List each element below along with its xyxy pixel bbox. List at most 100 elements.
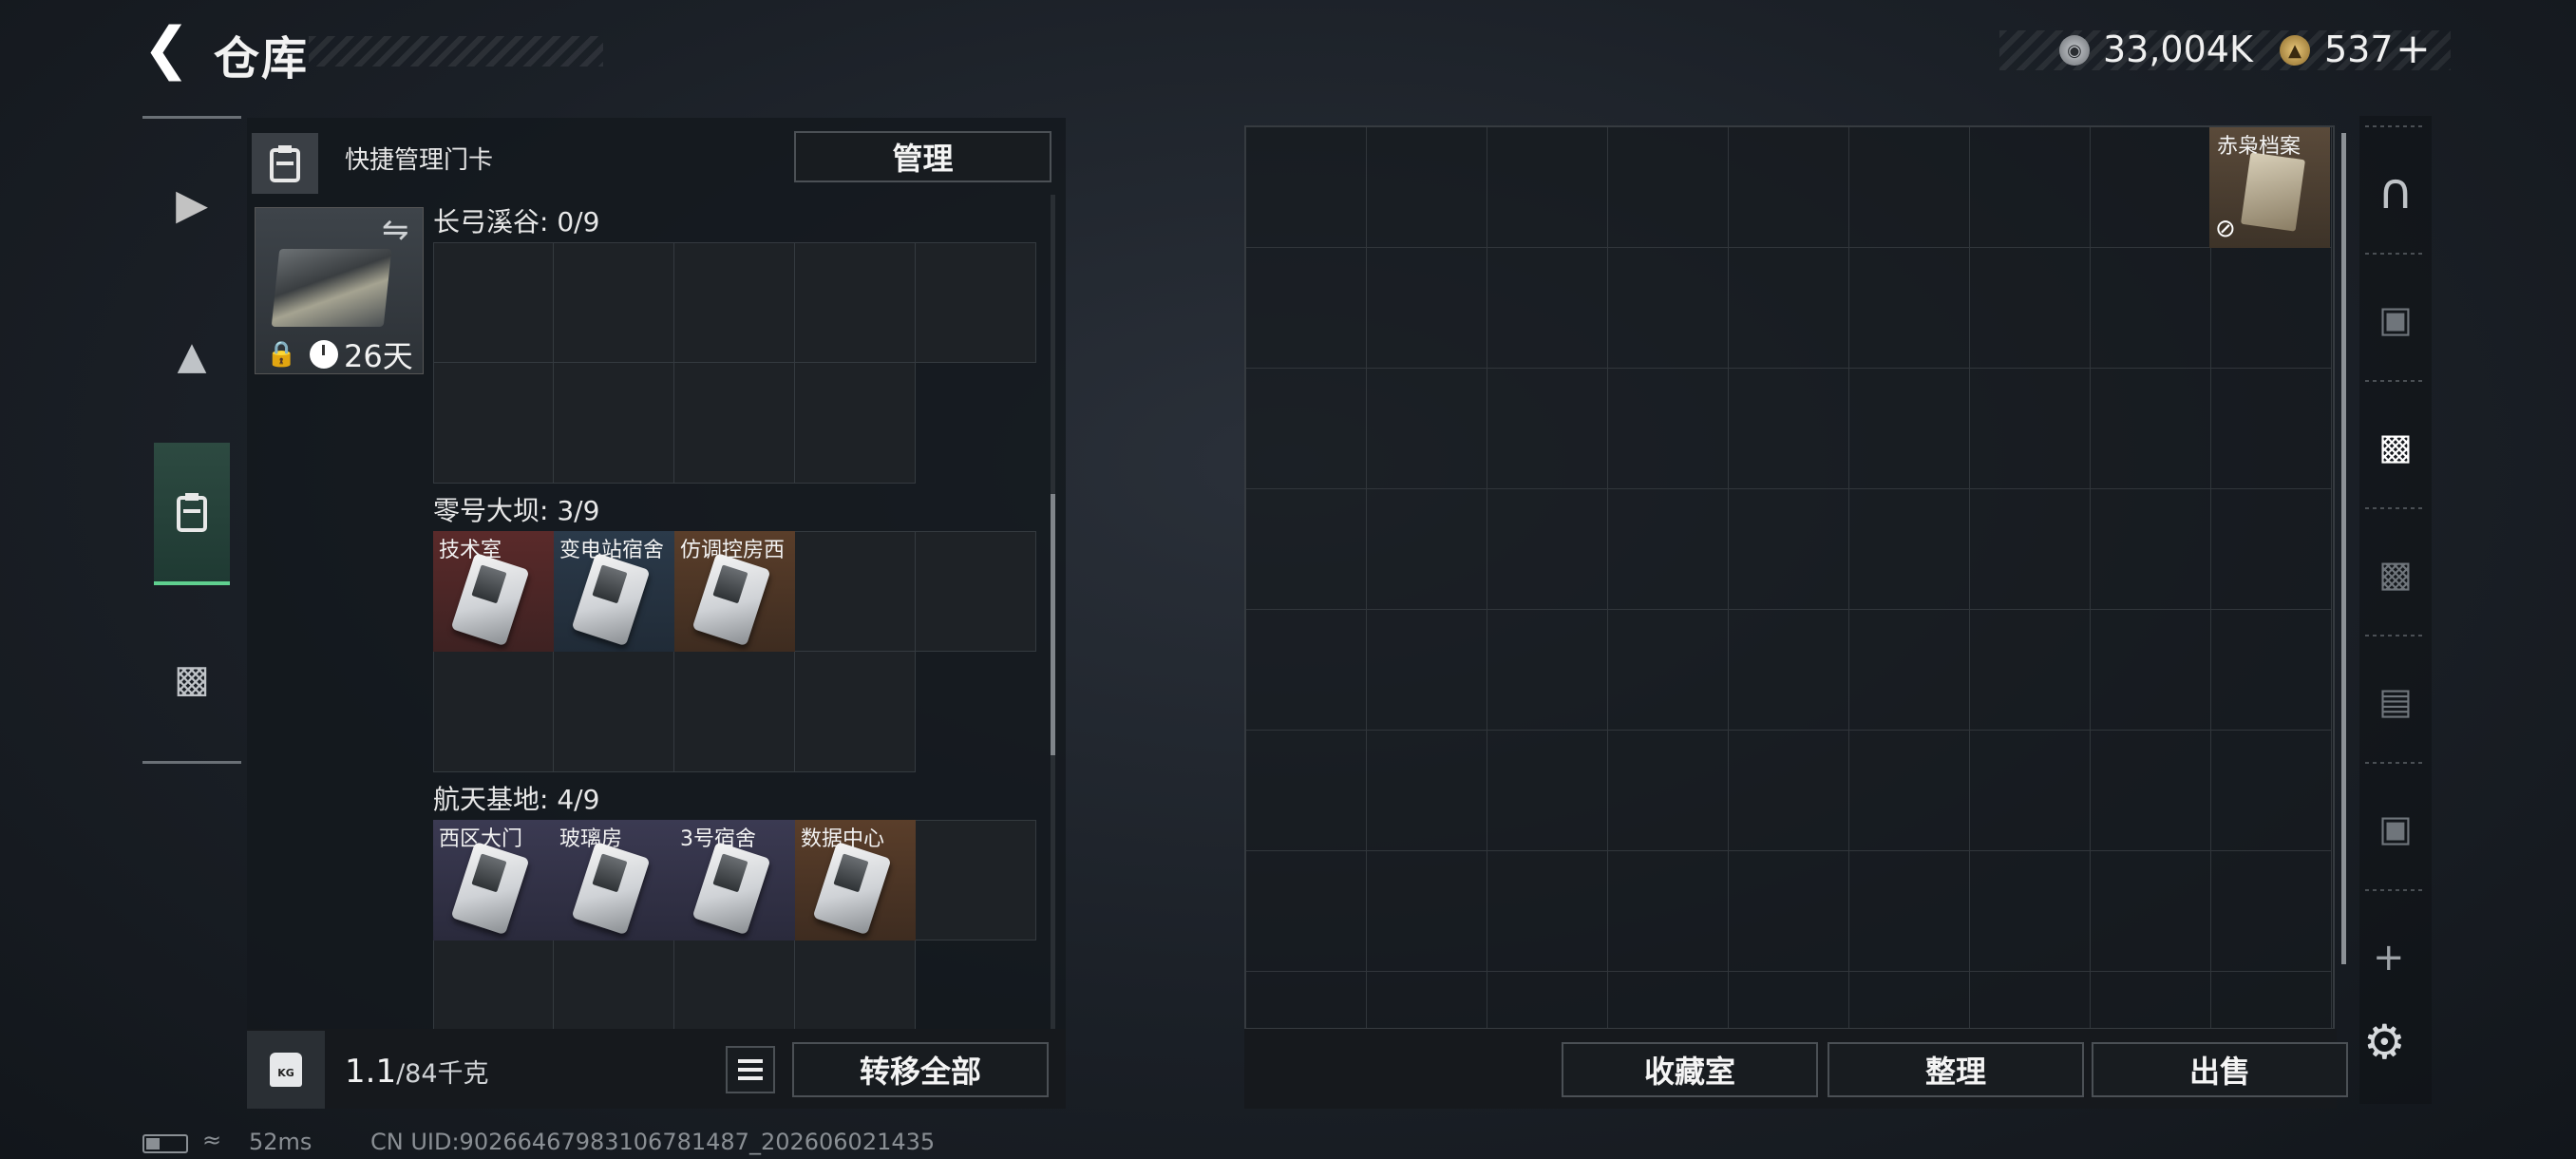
sell-button[interactable]: 出售: [2092, 1042, 2348, 1097]
nav-keycard-holder[interactable]: [154, 443, 230, 585]
storage-slot[interactable]: [1729, 127, 1849, 248]
grid-slot[interactable]: [916, 242, 1036, 363]
grid-slot[interactable]: [916, 820, 1036, 940]
storage-slot[interactable]: [1970, 731, 2091, 851]
storage-slot[interactable]: [1608, 851, 1729, 972]
grid-slot[interactable]: [554, 363, 674, 484]
storage-slot[interactable]: [1608, 731, 1729, 851]
storage-slot[interactable]: [1970, 851, 2091, 972]
storage-slot[interactable]: [2211, 851, 2332, 972]
grid-slot[interactable]: [795, 363, 916, 484]
storage-slot[interactable]: [1849, 851, 1970, 972]
tab-storage-4[interactable]: ▩: [2361, 390, 2430, 504]
grid-slot[interactable]: [795, 940, 916, 1029]
storage-slot[interactable]: [1849, 972, 1970, 1028]
storage-slot[interactable]: [1849, 127, 1970, 248]
storage-slot[interactable]: [1729, 489, 1849, 610]
storage-slot[interactable]: [2091, 731, 2211, 851]
sort-button[interactable]: 整理: [1828, 1042, 2084, 1097]
storage-slot[interactable]: [1367, 248, 1487, 369]
manage-button[interactable]: 管理: [794, 131, 1051, 182]
archive-item[interactable]: 赤枭档案 ⊘: [2209, 127, 2330, 248]
storage-slot[interactable]: [1849, 731, 1970, 851]
storage-slot[interactable]: [1246, 972, 1367, 1028]
storage-slot[interactable]: [1970, 248, 2091, 369]
tab-storage-3c[interactable]: ▣: [2361, 771, 2430, 885]
storage-slot[interactable]: [1608, 489, 1729, 610]
storage-slot[interactable]: [1849, 489, 1970, 610]
storage-slot[interactable]: [1246, 851, 1367, 972]
gear-icon[interactable]: ⚙: [2363, 1015, 2406, 1070]
storage-slot[interactable]: [1487, 248, 1608, 369]
storage-slot[interactable]: [1608, 369, 1729, 489]
grid-slot[interactable]: [674, 940, 795, 1029]
storage-slot[interactable]: [1729, 731, 1849, 851]
swap-icon[interactable]: ⇋: [382, 211, 409, 249]
grid-slot[interactable]: [433, 242, 554, 363]
storage-slot[interactable]: [1487, 972, 1608, 1028]
grid-slot[interactable]: [795, 242, 916, 363]
tab-storage-4b[interactable]: ▤: [2361, 644, 2430, 758]
storage-slot[interactable]: [2211, 369, 2332, 489]
storage-slot[interactable]: [1487, 851, 1608, 972]
storage-slot[interactable]: [2091, 972, 2211, 1028]
storage-slot[interactable]: [1608, 972, 1729, 1028]
storage-slot[interactable]: [1487, 731, 1608, 851]
storage-slot[interactable]: [1367, 610, 1487, 731]
storage-slot[interactable]: [2211, 610, 2332, 731]
storage-slot[interactable]: [2091, 489, 2211, 610]
grid-slot[interactable]: [433, 652, 554, 772]
storage-slot[interactable]: [1849, 369, 1970, 489]
storage-slot[interactable]: [1246, 369, 1367, 489]
storage-slot[interactable]: [2211, 248, 2332, 369]
storage-slot[interactable]: [1729, 610, 1849, 731]
storage-slot[interactable]: [2211, 731, 2332, 851]
storage-slot[interactable]: [1729, 972, 1849, 1028]
grid-slot[interactable]: [674, 652, 795, 772]
grid-slot[interactable]: [916, 531, 1036, 652]
storage-slot[interactable]: [2091, 127, 2211, 248]
storage-slot[interactable]: [1367, 369, 1487, 489]
storage-slot[interactable]: [2091, 610, 2211, 731]
nav-backpack[interactable]: ▲: [154, 285, 230, 428]
tab-all-storage[interactable]: ∩: [2361, 135, 2430, 249]
list-view-button[interactable]: [726, 1046, 775, 1093]
storage-slot[interactable]: [1367, 489, 1487, 610]
storage-slot[interactable]: [1608, 248, 1729, 369]
nav-weapon[interactable]: ▶: [154, 133, 230, 276]
storage-slot[interactable]: [1246, 610, 1367, 731]
grid-slot[interactable]: [554, 652, 674, 772]
storage-slot[interactable]: [1487, 610, 1608, 731]
storage-slot[interactable]: [2091, 369, 2211, 489]
add-storage-button[interactable]: +: [2373, 936, 2405, 979]
grid-slot[interactable]: [433, 363, 554, 484]
tab-storage-3b[interactable]: ▩: [2361, 517, 2430, 631]
grid-slot[interactable]: [674, 363, 795, 484]
storage-slot[interactable]: [1487, 369, 1608, 489]
storage-slot[interactable]: [1246, 248, 1367, 369]
storage-slot[interactable]: [1970, 127, 2091, 248]
storage-slot[interactable]: [1367, 851, 1487, 972]
keycard-item[interactable]: 玻璃房: [554, 820, 674, 940]
storage-slot[interactable]: [1246, 127, 1367, 248]
keycard-item[interactable]: 仿调控房西: [674, 531, 795, 652]
storage-slot[interactable]: [1970, 489, 2091, 610]
storage-slot[interactable]: [1246, 489, 1367, 610]
keycard-item[interactable]: 技术室: [433, 531, 554, 652]
add-gold-button[interactable]: +: [2396, 25, 2431, 73]
grid-slot[interactable]: [433, 940, 554, 1029]
keycard-item[interactable]: 变电站宿舍: [554, 531, 674, 652]
scrollbar-thumb[interactable]: [1051, 494, 1055, 755]
storage-slot[interactable]: [1849, 248, 1970, 369]
storage-slot[interactable]: [1970, 610, 2091, 731]
storage-slot[interactable]: [2211, 489, 2332, 610]
back-arrow-icon[interactable]: ❮: [142, 20, 192, 77]
grid-slot[interactable]: [554, 940, 674, 1029]
storage-slot[interactable]: [2211, 972, 2332, 1028]
transfer-all-button[interactable]: 转移全部: [792, 1042, 1049, 1097]
keycard-item[interactable]: 西区大门: [433, 820, 554, 940]
storage-slot[interactable]: [2091, 248, 2211, 369]
grid-slot[interactable]: [554, 242, 674, 363]
storage-slot[interactable]: [1487, 127, 1608, 248]
storage-slot[interactable]: [1367, 127, 1487, 248]
